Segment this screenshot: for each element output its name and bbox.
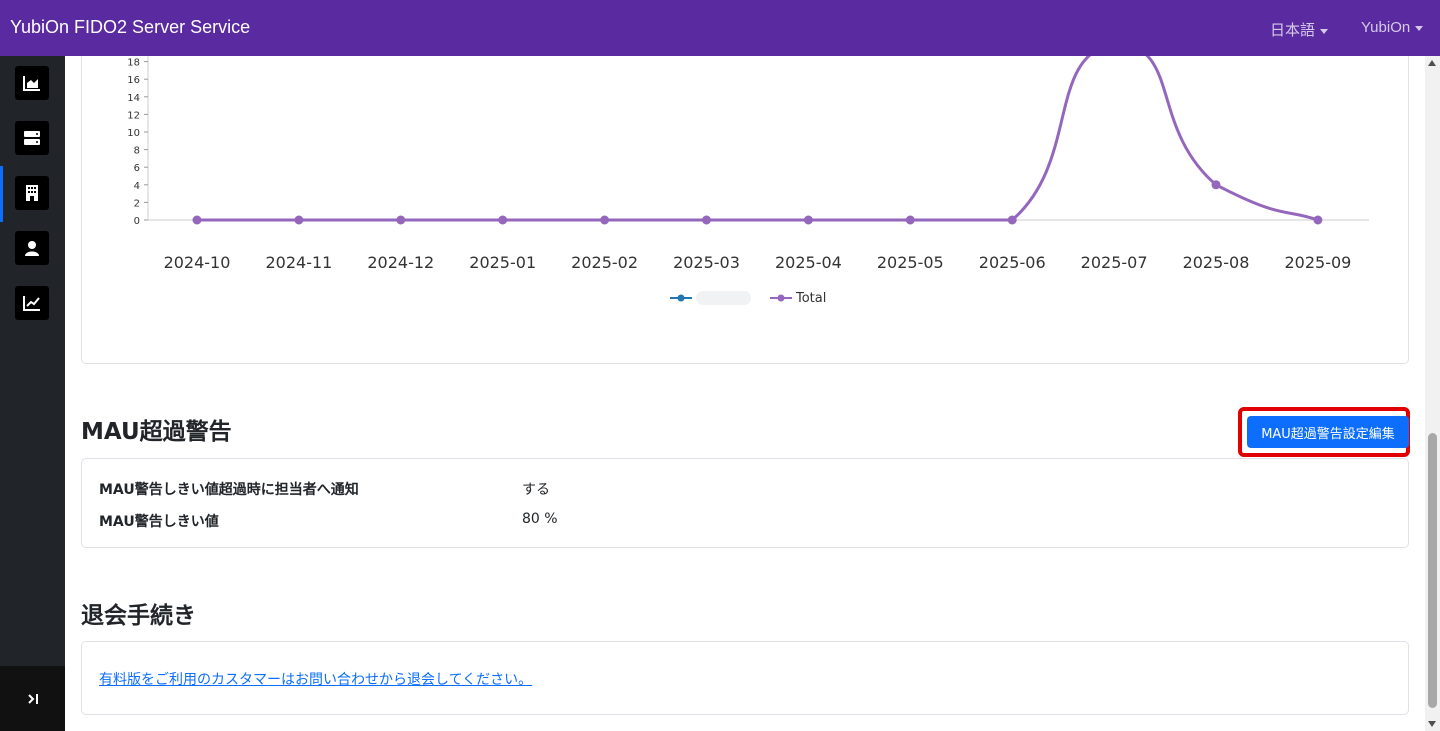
user-dropdown[interactable]: YubiOn bbox=[1361, 19, 1424, 36]
withdrawal-title: 退会手続き bbox=[81, 603, 196, 629]
data-point bbox=[702, 215, 711, 225]
line-chart-icon bbox=[15, 286, 49, 320]
sidebar-item-users[interactable] bbox=[0, 221, 65, 277]
x-tick-label: 2024-10 bbox=[164, 253, 231, 272]
sidebar-item-organization[interactable] bbox=[0, 166, 65, 222]
data-point bbox=[192, 215, 202, 225]
sidebar-item-dashboard[interactable] bbox=[0, 56, 65, 112]
x-tick-label: 2024-12 bbox=[367, 253, 434, 272]
notify-setting-label: MAU警告しきい値超過時に担当者へ通知 bbox=[99, 482, 359, 498]
x-tick-label: 2025-07 bbox=[1081, 253, 1148, 272]
scrollbar-thumb[interactable] bbox=[1428, 433, 1437, 708]
data-point bbox=[294, 215, 304, 225]
x-tick-label: 2025-06 bbox=[979, 253, 1046, 272]
x-tick-label: 2024-11 bbox=[265, 253, 332, 272]
chevron-down-icon bbox=[1320, 28, 1329, 34]
scroll-up-icon[interactable] bbox=[1428, 60, 1436, 66]
expand-sidebar-icon bbox=[27, 693, 38, 704]
language-dropdown[interactable]: 日本語 bbox=[1270, 19, 1329, 40]
y-tick-label: 0 bbox=[134, 216, 140, 227]
legend-label: Total bbox=[795, 291, 826, 306]
y-tick-label: 12 bbox=[127, 110, 140, 121]
legend-marker bbox=[677, 294, 685, 302]
threshold-label: MAU警告しきい値 bbox=[99, 514, 219, 530]
data-point bbox=[396, 215, 406, 225]
mau-line-chart: 024681012141618202024-102024-112024-1220… bbox=[127, 56, 1369, 306]
x-tick-label: 2025-08 bbox=[1183, 253, 1250, 272]
withdrawal-contact-link[interactable]: 有料版をご利用のカスタマーはお問い合わせから退会してください。 bbox=[99, 669, 532, 689]
withdrawal-card: 有料版をご利用のカスタマーはお問い合わせから退会してください。 bbox=[81, 641, 1409, 715]
user-label: YubiOn bbox=[1361, 19, 1411, 36]
notify-setting-value: する bbox=[522, 482, 550, 498]
y-tick-label: 8 bbox=[134, 146, 140, 157]
x-tick-label: 2025-01 bbox=[469, 253, 536, 272]
sidebar-item-servers[interactable] bbox=[0, 111, 65, 167]
sidebar bbox=[0, 56, 65, 731]
server-icon bbox=[15, 121, 49, 155]
data-point bbox=[905, 215, 915, 225]
sidebar-toggle[interactable] bbox=[0, 666, 65, 731]
data-point bbox=[1211, 180, 1221, 190]
main-content: 024681012141618202024-102024-112024-1220… bbox=[65, 56, 1425, 731]
vertical-scrollbar[interactable] bbox=[1425, 56, 1440, 731]
scroll-down-icon[interactable] bbox=[1428, 721, 1436, 727]
mau-warning-edit-button[interactable]: MAU超過警告設定編集 bbox=[1247, 416, 1409, 448]
legend-label-redacted bbox=[696, 291, 751, 305]
y-tick-label: 4 bbox=[134, 181, 140, 192]
y-tick-label: 18 bbox=[127, 58, 140, 69]
mau-warning-title: MAU超過警告 bbox=[81, 419, 232, 445]
app-brand[interactable]: YubiOn FIDO2 Server Service bbox=[10, 17, 250, 38]
legend-marker bbox=[777, 294, 785, 302]
y-tick-label: 10 bbox=[127, 128, 140, 139]
user-icon bbox=[15, 231, 49, 265]
sidebar-item-statistics[interactable] bbox=[0, 276, 65, 332]
x-tick-label: 2025-03 bbox=[673, 253, 740, 272]
data-point bbox=[1007, 215, 1017, 225]
y-tick-label: 2 bbox=[134, 198, 140, 209]
chevron-down-icon bbox=[1415, 25, 1424, 31]
x-tick-label: 2025-09 bbox=[1284, 253, 1351, 272]
y-tick-label: 6 bbox=[134, 163, 140, 174]
top-navbar: YubiOn FIDO2 Server Service 日本語 YubiOn bbox=[0, 0, 1440, 56]
building-icon bbox=[15, 176, 49, 210]
data-point bbox=[1313, 215, 1323, 225]
data-point bbox=[498, 215, 508, 225]
x-tick-label: 2025-05 bbox=[877, 253, 944, 272]
data-point bbox=[803, 215, 813, 225]
data-point bbox=[600, 215, 610, 225]
series-line-total bbox=[197, 56, 1319, 222]
y-tick-label: 16 bbox=[127, 75, 140, 86]
area-chart-icon bbox=[15, 66, 49, 100]
mau-warning-card: MAU警告しきい値超過時に担当者へ通知 する MAU警告しきい値 80 % bbox=[81, 458, 1409, 548]
threshold-value: 80 % bbox=[522, 511, 558, 527]
x-tick-label: 2025-02 bbox=[571, 253, 638, 272]
y-tick-label: 14 bbox=[127, 93, 140, 104]
x-tick-label: 2025-04 bbox=[775, 253, 842, 272]
language-label: 日本語 bbox=[1270, 22, 1316, 39]
mau-chart-card: 024681012141618202024-102024-112024-1220… bbox=[81, 56, 1409, 364]
